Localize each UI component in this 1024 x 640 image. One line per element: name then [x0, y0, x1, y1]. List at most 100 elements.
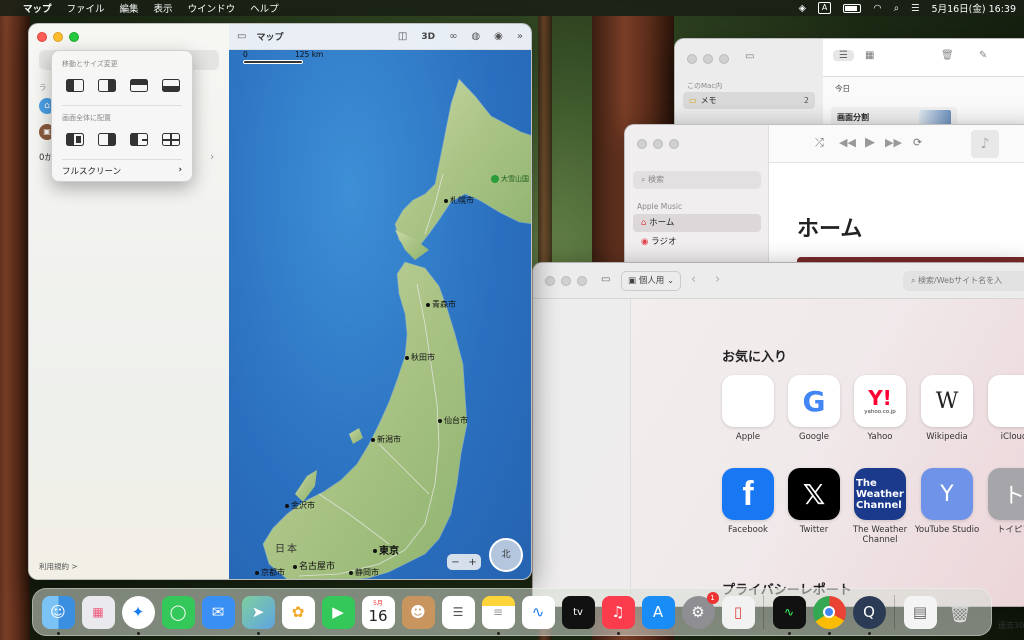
city-label[interactable]: 京都市 — [255, 567, 285, 578]
map-mode-icon[interactable]: ◫ — [398, 31, 407, 42]
zoom-in-button[interactable]: + — [468, 557, 476, 568]
map-canvas[interactable]: 0 125 km 大雪山国 札幌市 青森市 秋田市 仙台市 新潟市 金沢市 京都… — [229, 24, 531, 579]
layers-icon[interactable]: ◈ — [799, 3, 806, 14]
favorite-apple-tile[interactable] — [722, 375, 774, 427]
spotlight-search-icon[interactable]: ⌕ — [894, 3, 899, 14]
zoom-out-button[interactable]: − — [451, 557, 459, 568]
city-label[interactable]: 新潟市 — [371, 434, 401, 445]
lookaround-binoculars-icon[interactable]: ∞ — [449, 31, 457, 42]
safari-traffic-lights[interactable] — [545, 276, 587, 286]
dock-freeform[interactable]: ∿ — [521, 595, 555, 629]
music-window[interactable]: ⌕ 検索 Apple Music ⌂ ホーム ◉ ラジオ ⤮ ◀◀ ▶ ▶▶ ⟳… — [624, 124, 1024, 274]
back-icon[interactable]: ‹ — [691, 272, 696, 287]
arrange-right-left-icon[interactable] — [98, 133, 116, 146]
arrange-quarters-icon[interactable] — [162, 133, 180, 146]
city-label[interactable]: 東京 — [373, 542, 399, 557]
dock-contacts[interactable]: ☻ — [401, 595, 435, 629]
list-view-icon[interactable]: ☰ — [833, 50, 854, 61]
menubar-datetime[interactable]: 5月16日(金) 16:39 — [932, 1, 1016, 15]
dock-quicktime[interactable]: Q — [852, 595, 886, 635]
notes-window[interactable]: ▭ このMac内 ▭ メモ 2 ☰ ▦ 🗑 ✎ 今日 画面分割 — [674, 38, 1024, 134]
dock-facetime[interactable]: ▶ — [321, 595, 355, 629]
favorite-icloud-tile[interactable] — [988, 375, 1024, 427]
dock-photos[interactable]: ✿ — [281, 595, 315, 629]
play-icon[interactable]: ▶ — [865, 135, 875, 150]
shuffle-icon[interactable]: ⤮ — [815, 136, 824, 150]
view-3d-button[interactable]: 3D — [421, 32, 435, 42]
tracking-icon[interactable]: ◍ — [471, 31, 480, 42]
compass-button[interactable]: 北 — [489, 538, 523, 572]
safari-window[interactable]: ▭ ▣ 個人用 ⌄ ‹ › ⌕ 検索/Webサイト名を入 お気に入り Apple… — [532, 262, 1024, 607]
close-icon[interactable] — [37, 32, 47, 42]
dock-recent-document[interactable]: ▤ — [903, 595, 937, 629]
compose-icon[interactable]: ✎ — [979, 50, 987, 61]
input-method-indicator[interactable]: A — [817, 2, 832, 14]
dock-calendar[interactable]: 5月 16 — [361, 595, 395, 629]
japan-map-svg[interactable] — [229, 24, 532, 580]
address-bar[interactable]: ⌕ 検索/Webサイト名を入 — [903, 271, 1024, 291]
dock-safari[interactable]: ✦ — [121, 595, 155, 635]
dock-activity-monitor[interactable]: ∿ — [772, 595, 806, 635]
tile-right-half-icon[interactable] — [98, 79, 116, 92]
notes-folder-item[interactable]: ▭ メモ 2 — [683, 92, 815, 109]
favorite-weather-tile[interactable]: The Weather Channel — [854, 468, 906, 520]
tile-top-half-icon[interactable] — [130, 79, 148, 92]
dock-reminders[interactable]: ☰ — [441, 595, 475, 629]
dock-iphone-mirroring[interactable]: ▯ — [721, 595, 755, 629]
dock-finder[interactable]: ☺ — [41, 595, 75, 635]
dock-system-settings[interactable]: ⚙ 1 — [681, 591, 719, 629]
sidebar-toggle-icon[interactable]: ▭ — [745, 51, 754, 62]
next-icon[interactable]: ▶▶ — [885, 136, 902, 149]
favorite-toipia-tile[interactable]: ト — [988, 468, 1024, 520]
gallery-view-icon[interactable]: ▦ — [865, 50, 874, 61]
city-label[interactable]: 金沢市 — [285, 500, 315, 511]
dock-mail[interactable]: ✉ — [201, 595, 235, 629]
dock-messages[interactable]: ◯ — [161, 595, 195, 629]
wifi-icon[interactable]: ◠ — [873, 3, 881, 14]
arrange-left-right-icon[interactable] — [66, 133, 84, 146]
dock-notes[interactable]: ≡ — [481, 595, 515, 635]
dock-trash[interactable]: 🗑 — [944, 596, 977, 629]
account-icon[interactable]: ◉ — [494, 31, 503, 42]
menu-file[interactable]: ファイル — [67, 1, 105, 15]
park-label[interactable]: 大雪山国 — [491, 174, 529, 184]
sidebar-item-radio[interactable]: ◉ ラジオ — [641, 235, 676, 247]
trash-icon[interactable]: 🗑 — [941, 50, 954, 61]
dock-app-store[interactable]: A — [641, 595, 675, 629]
favorite-google-tile[interactable]: G — [788, 375, 840, 427]
city-label[interactable]: 名古屋市 — [293, 559, 335, 572]
fullscreen-menu-item[interactable]: フルスクリーン › — [62, 165, 182, 177]
battery-icon[interactable] — [843, 3, 862, 13]
favorite-youtube-studio-tile[interactable]: Y — [921, 468, 973, 520]
city-label[interactable]: 秋田市 — [405, 352, 435, 363]
city-label[interactable]: 札幌市 — [444, 195, 474, 206]
menu-window[interactable]: ウインドウ — [188, 1, 236, 15]
sidebar-toggle-icon[interactable]: ▭ — [601, 274, 610, 285]
maps-traffic-lights[interactable] — [37, 32, 79, 42]
city-label[interactable]: 静岡市 — [349, 567, 379, 578]
menu-view[interactable]: 表示 — [154, 1, 173, 15]
notes-traffic-lights[interactable] — [687, 54, 729, 64]
sidebar-toggle-icon[interactable]: ▭ — [237, 31, 246, 42]
favorite-wikipedia-tile[interactable]: W — [921, 375, 973, 427]
menu-help[interactable]: ヘルプ — [250, 1, 279, 15]
music-traffic-lights[interactable] — [637, 139, 679, 149]
profile-button[interactable]: ▣ 個人用 ⌄ — [621, 271, 682, 291]
menu-app-name[interactable]: マップ — [23, 1, 52, 15]
repeat-icon[interactable]: ⟳ — [913, 136, 922, 149]
terms-link[interactable]: 利用規約 > — [39, 561, 78, 572]
dock-launchpad[interactable]: ▦ — [81, 595, 115, 629]
minimize-icon[interactable] — [53, 32, 63, 42]
city-label[interactable]: 仙台市 — [438, 415, 468, 426]
dock-tv[interactable]: tv — [561, 595, 595, 629]
forward-icon[interactable]: › — [715, 272, 720, 287]
city-label[interactable]: 青森市 — [426, 299, 456, 310]
sidebar-item-home[interactable]: ⌂ ホーム — [633, 214, 761, 232]
previous-icon[interactable]: ◀◀ — [839, 136, 856, 149]
zoom-icon[interactable] — [69, 32, 79, 42]
favorite-twitter-tile[interactable]: 𝕏 — [788, 468, 840, 520]
dock-maps[interactable]: ➤ — [241, 595, 275, 635]
control-center-icon[interactable]: ☰ — [911, 3, 920, 14]
menu-edit[interactable]: 編集 — [120, 1, 139, 15]
dock-chrome[interactable] — [812, 595, 846, 635]
